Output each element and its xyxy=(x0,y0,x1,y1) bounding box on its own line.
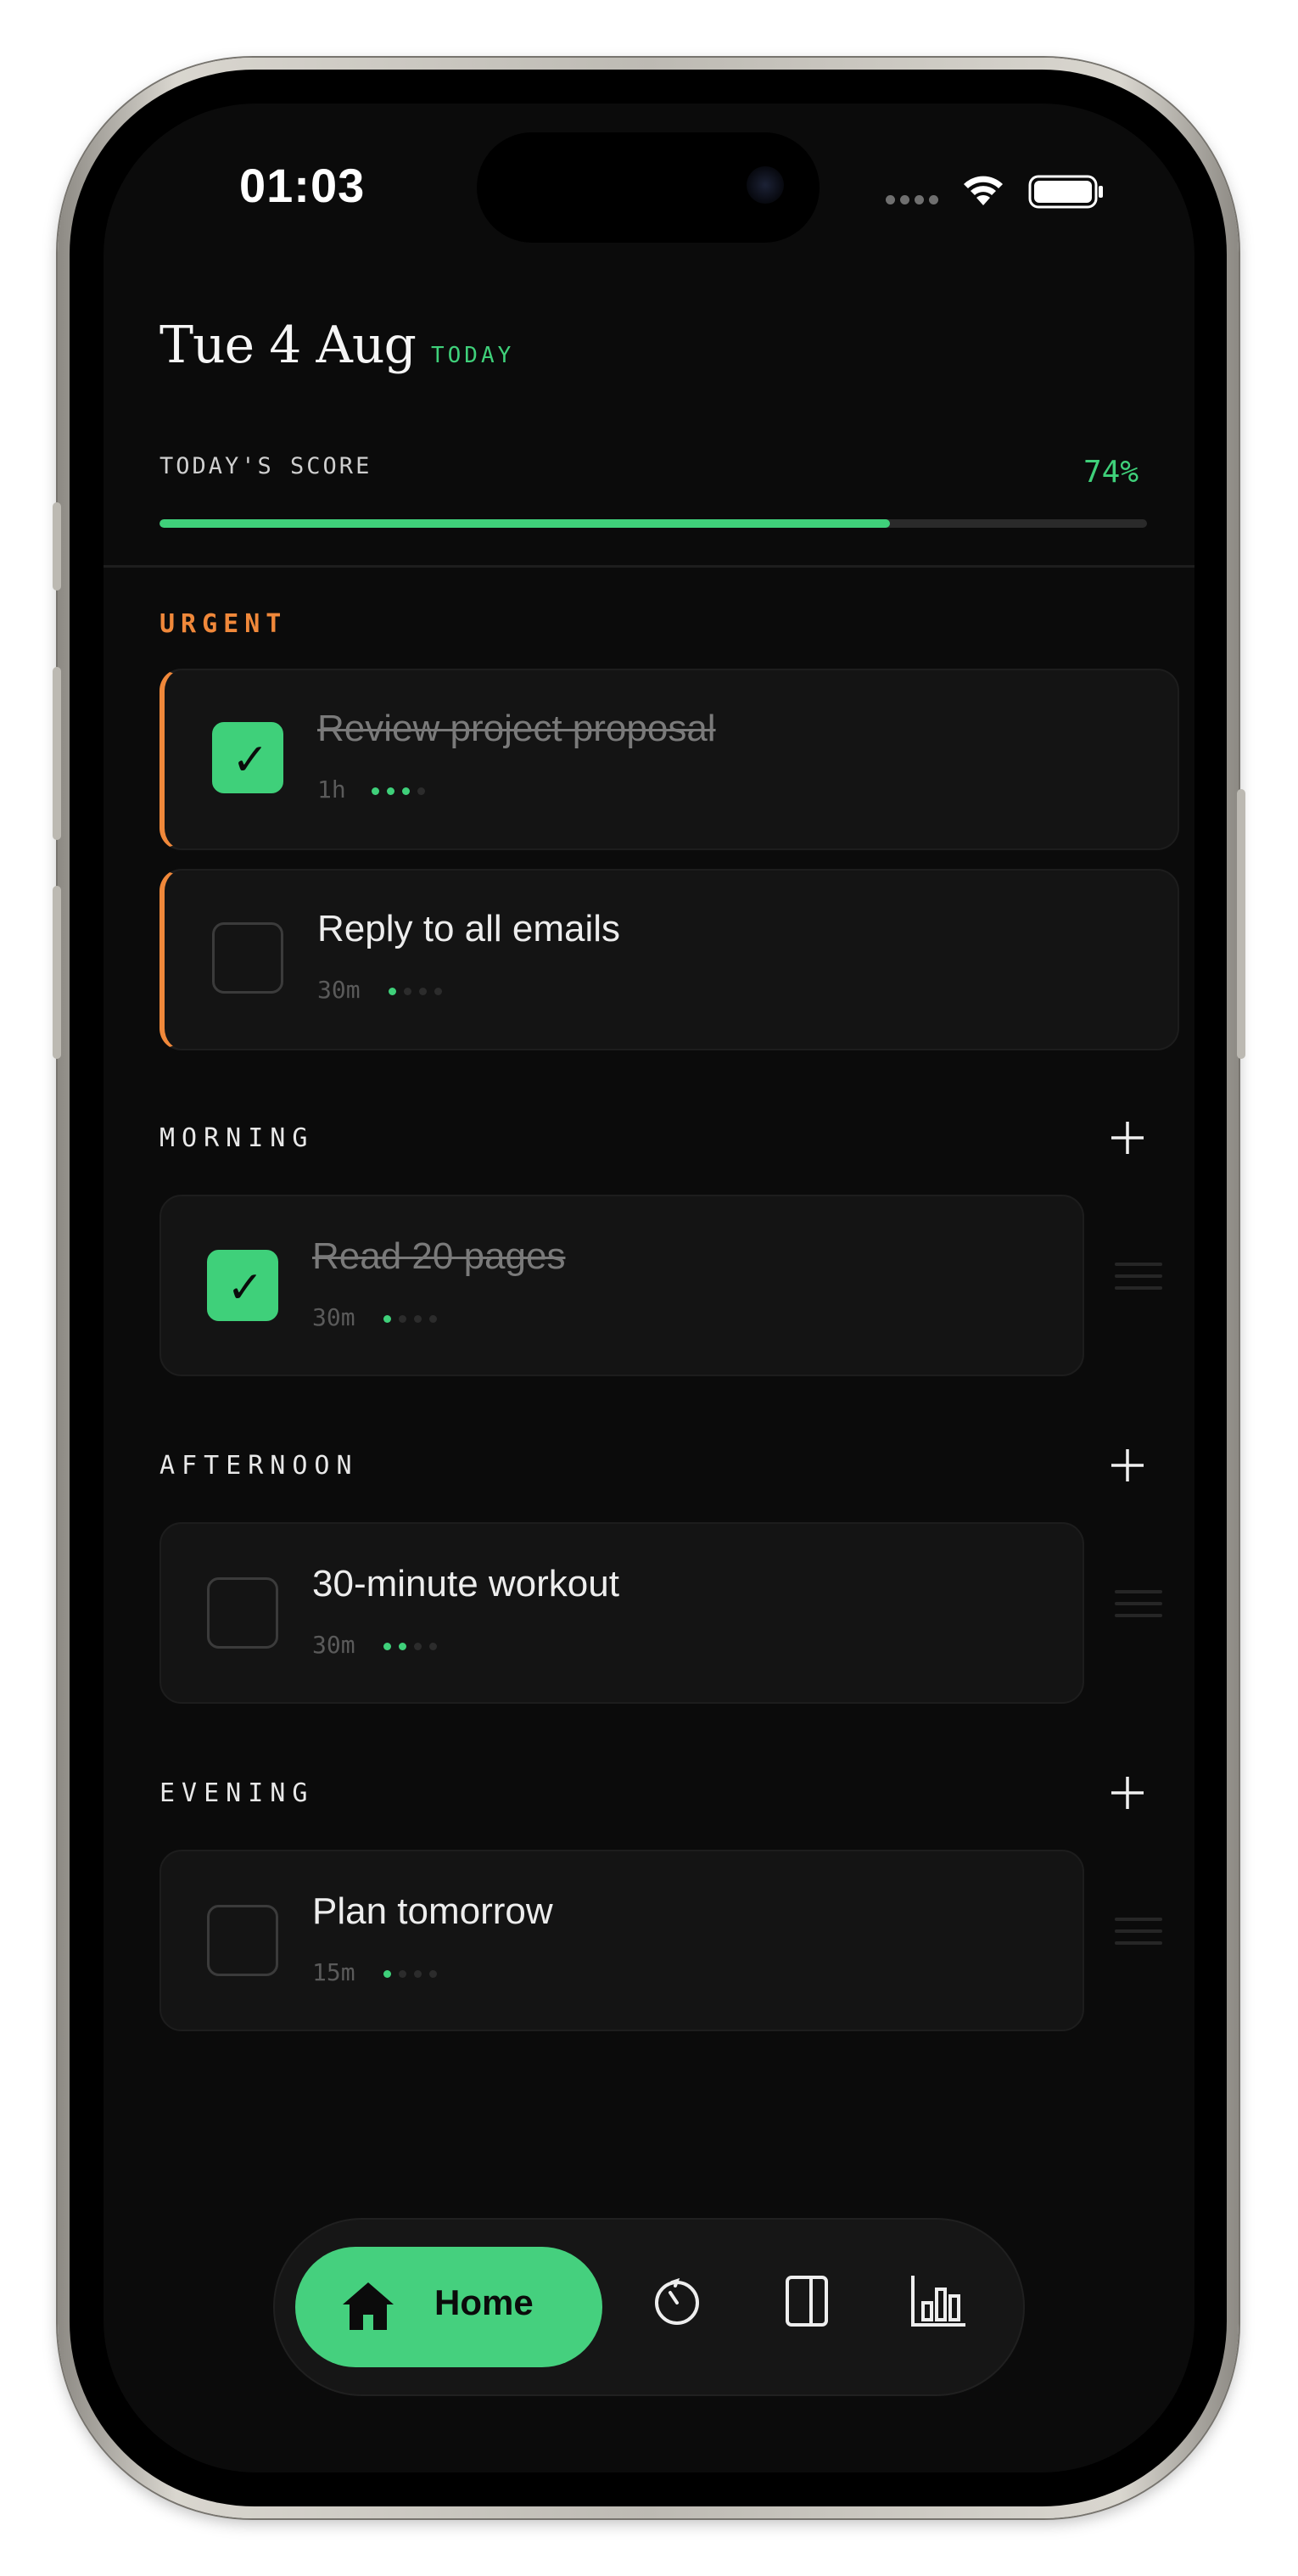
task-checkbox[interactable] xyxy=(212,922,283,994)
score-progress-bar xyxy=(159,519,1147,528)
add-task-morning-button[interactable] xyxy=(1106,1117,1149,1159)
screen: 01:03 Tue 4 Aug TODAY TODAY'S SCORE 74% … xyxy=(104,104,1194,2472)
cellular-signal-icon xyxy=(886,195,940,205)
volume-up-button xyxy=(53,667,61,840)
task-title: Reply to all emails xyxy=(317,908,621,949)
task-title: 30-minute workout xyxy=(312,1563,619,1604)
timer-icon[interactable] xyxy=(650,2274,704,2328)
task-duration: 30m xyxy=(312,1303,355,1331)
section-title-urgent: URGENT xyxy=(159,609,288,639)
task-checkbox[interactable]: ✓ xyxy=(212,722,283,793)
camera-icon xyxy=(747,166,784,204)
section-title-afternoon: AFTERNOON xyxy=(159,1451,359,1481)
tab-bar: Home xyxy=(273,2218,1025,2396)
add-task-evening-button[interactable] xyxy=(1106,1772,1149,1814)
task-duration: 15m xyxy=(312,1958,355,1986)
status-time: 01:03 xyxy=(239,159,366,212)
checkmark-icon: ✓ xyxy=(227,1263,264,1313)
add-task-afternoon-button[interactable] xyxy=(1106,1444,1149,1487)
task-title: Plan tomorrow xyxy=(312,1890,553,1932)
priority-dots xyxy=(389,988,442,995)
task-card[interactable]: 30-minute workout 30m xyxy=(159,1522,1084,1704)
wifi-icon xyxy=(964,176,1003,205)
today-badge: TODAY xyxy=(431,343,515,368)
action-button xyxy=(53,502,61,591)
task-duration: 30m xyxy=(317,976,361,1004)
page-title-date: Tue 4 Aug xyxy=(159,316,417,375)
drag-handle-icon[interactable] xyxy=(1115,1918,1162,1960)
book-icon[interactable] xyxy=(784,2274,830,2328)
drag-handle-icon[interactable] xyxy=(1115,1263,1162,1305)
section-title-morning: MORNING xyxy=(159,1123,315,1153)
task-checkbox[interactable] xyxy=(207,1577,278,1649)
score-label: TODAY'S SCORE xyxy=(159,453,372,479)
priority-dots xyxy=(372,787,425,795)
task-card[interactable]: Plan tomorrow 15m xyxy=(159,1850,1084,2031)
priority-dots xyxy=(383,1315,437,1323)
drag-handle-icon[interactable] xyxy=(1115,1590,1162,1632)
dynamic-island xyxy=(477,132,820,243)
home-icon xyxy=(343,2282,394,2330)
checkmark-icon: ✓ xyxy=(232,735,269,786)
task-card[interactable]: ✓ Read 20 pages 30m xyxy=(159,1195,1084,1376)
task-title: Read 20 pages xyxy=(312,1235,566,1277)
stats-icon[interactable] xyxy=(909,2274,969,2328)
task-card[interactable]: Reply to all emails 30m xyxy=(159,869,1179,1050)
tab-home[interactable]: Home xyxy=(295,2247,602,2367)
task-checkbox[interactable] xyxy=(207,1905,278,1976)
tab-home-label: Home xyxy=(434,2282,534,2322)
battery-icon xyxy=(1028,175,1103,209)
priority-dots xyxy=(383,1643,437,1650)
power-button xyxy=(1237,789,1245,1059)
task-card[interactable]: ✓ Review project proposal 1h xyxy=(159,669,1179,850)
section-title-evening: EVENING xyxy=(159,1778,315,1808)
task-title: Review project proposal xyxy=(317,708,716,749)
task-checkbox[interactable]: ✓ xyxy=(207,1250,278,1321)
task-duration: 30m xyxy=(312,1631,355,1659)
divider xyxy=(104,565,1194,568)
task-duration: 1h xyxy=(317,776,346,804)
score-progress-fill xyxy=(159,519,891,528)
priority-dots xyxy=(383,1970,437,1978)
score-value: 74% xyxy=(1083,455,1139,490)
volume-down-button xyxy=(53,886,61,1059)
